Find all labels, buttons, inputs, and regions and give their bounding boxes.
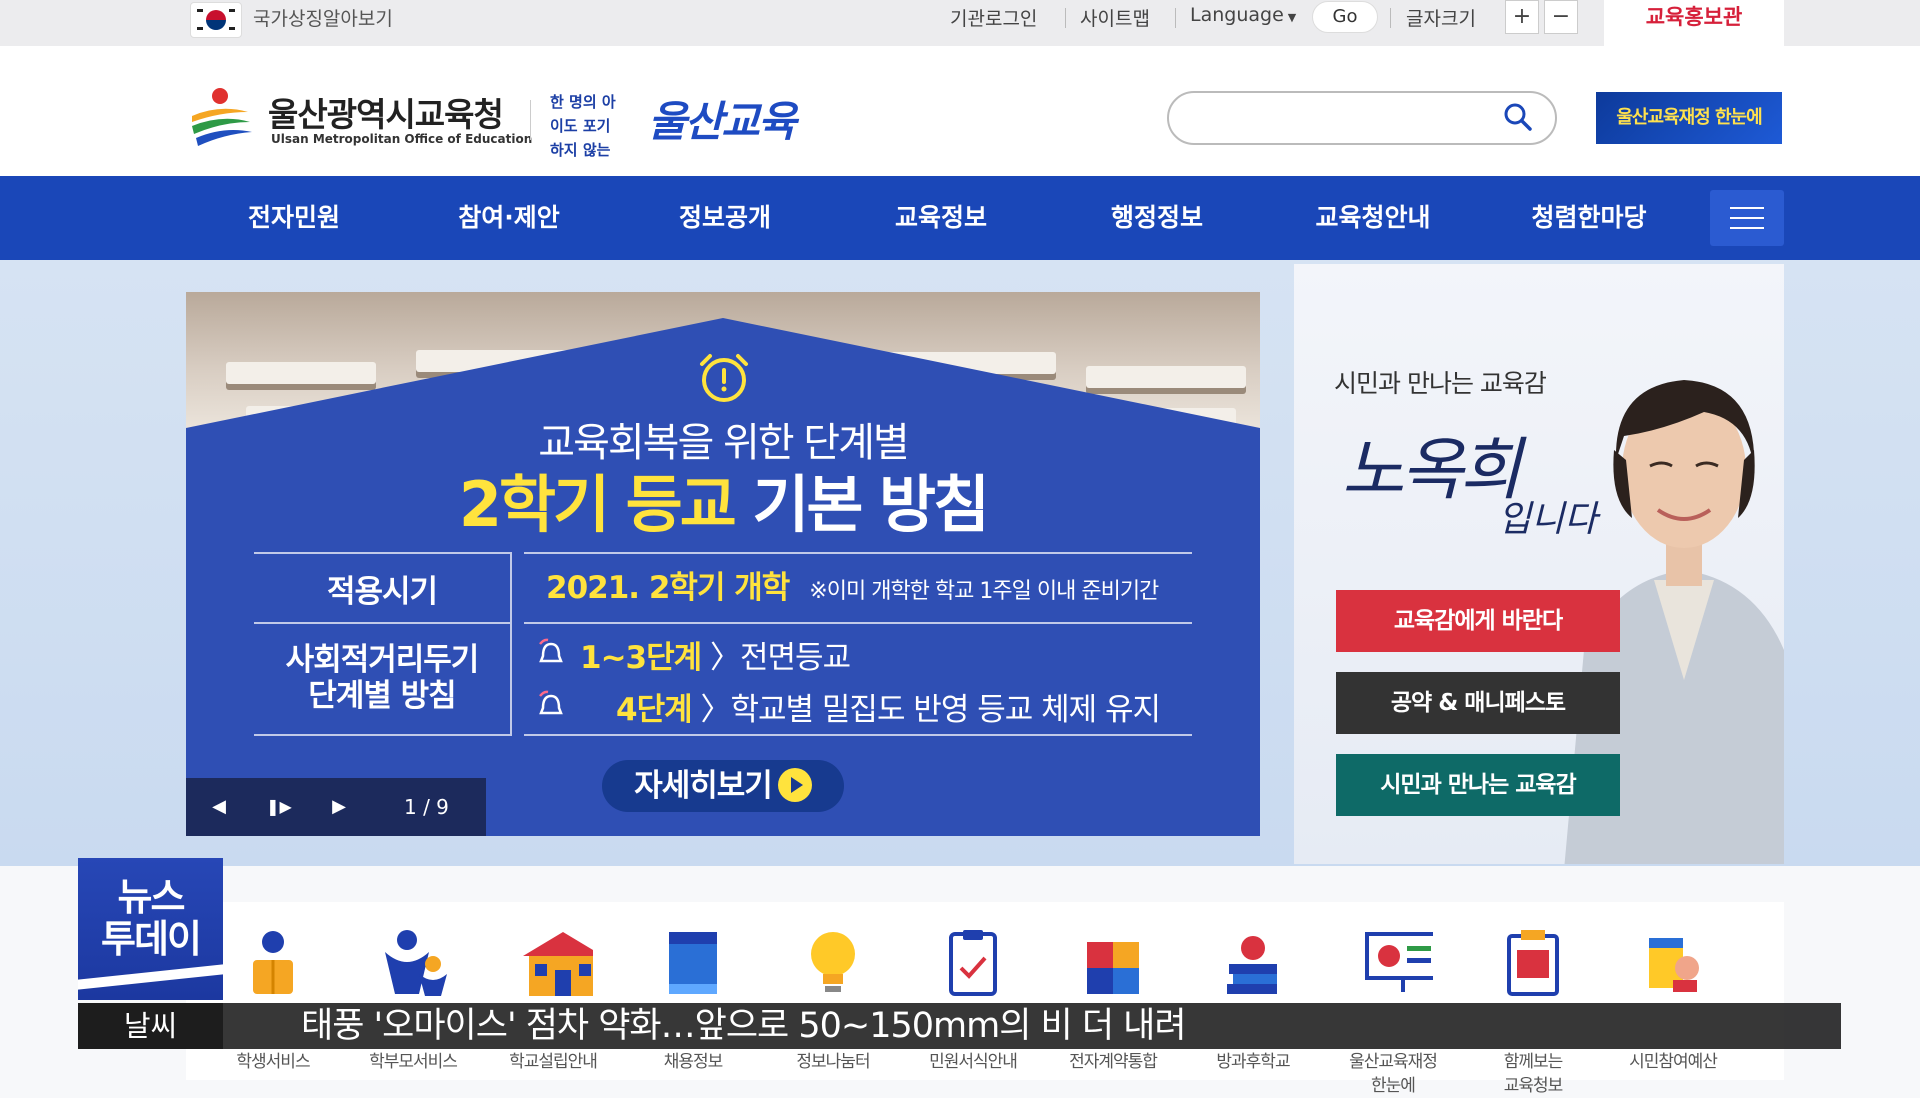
institution-login-link[interactable]: 기관로그인	[950, 4, 1037, 31]
news-section-label: 날씨	[78, 1003, 223, 1049]
petition-to-superintendent-button[interactable]: 교육감에게 바란다	[1336, 590, 1620, 652]
quick-label-line2: 교육청보	[1503, 1076, 1564, 1096]
all-menu-button[interactable]	[1710, 190, 1784, 246]
row-head-period: 적용시기	[326, 574, 438, 610]
quick-label-line1: 민원서식안내	[929, 1052, 1018, 1072]
detail-button[interactable]: 자세히보기	[602, 760, 844, 812]
language-label: Language	[1190, 4, 1284, 26]
nav-item-civil-petition[interactable]: 전자민원	[209, 176, 379, 260]
news-caption-bar: 태풍 '오마이스' 점차 약화…앞으로 50~150mm의 비 더 내려	[223, 1003, 1841, 1049]
quick-label-line1: 학교설립안내	[509, 1052, 598, 1072]
citizen-budget-icon	[1649, 938, 1699, 992]
step1-text: 〉전면등교	[710, 640, 851, 676]
superintendent-signature: 노옥희	[1342, 431, 1522, 510]
nav-item-office-guide[interactable]: 교육청안내	[1288, 176, 1458, 260]
org-name-en: Ulsan Metropolitan Office of Education	[271, 132, 533, 146]
nav-item-education-info[interactable]: 교육정보	[856, 176, 1026, 260]
quick-label-line1: 학생서비스	[236, 1052, 310, 1072]
education-finance-banner[interactable]: 울산교육재정 한눈에	[1596, 92, 1782, 144]
search-box	[1167, 91, 1557, 145]
school-building-icon	[523, 932, 593, 996]
quick-label-line1: 전자계약통합	[1069, 1052, 1158, 1072]
slide-title-line2: 2학기 등교 기본 방침	[186, 454, 1260, 544]
quick-label-line1: 시민참여예산	[1629, 1052, 1718, 1072]
slogan-small: 한 명의 아이도 포기하지 않는	[550, 93, 616, 159]
info-disclosure-icon	[1507, 930, 1559, 996]
slide-title-rest: 기본 방침	[733, 468, 990, 541]
news-logo-line2: 투데이	[101, 917, 202, 961]
period-value: 2021. 2학기 개학	[546, 570, 790, 606]
news-logo-line1: 뉴스	[117, 875, 186, 919]
language-select[interactable]: Language ▼	[1190, 4, 1296, 26]
step2-text: 〉학교별 밀집도 반영 등교 체제 유지	[700, 692, 1161, 728]
apple-books-icon	[1227, 936, 1277, 994]
slogan-big: 울산교육	[648, 97, 797, 146]
quick-label-line1: 함께보는	[1503, 1052, 1564, 1072]
presentation-board-icon	[1365, 932, 1433, 992]
slide-title-highlight: 2학기 등교	[458, 468, 737, 541]
step1-level: 1~3단계	[580, 640, 702, 676]
nav-item-participation[interactable]: 참여·제안	[424, 176, 594, 260]
main-nav: 전자민원 참여·제안 정보공개 교육정보 행정정보 교육청안내 청렴한마당	[0, 176, 1920, 260]
slider-controls: ◀ ❚▶ ▶ 1 / 9	[186, 778, 486, 836]
quick-menu: 학생서비스 학부모서비스 학교설립안내 채용정보 정보나눔터 민원서식안내 전자…	[186, 902, 1784, 1096]
step2-level: 4단계	[616, 692, 693, 728]
quick-label-line1: 울산교육재정	[1349, 1052, 1438, 1072]
slider-next-button[interactable]: ▶	[324, 792, 354, 822]
caret-down-icon: ▼	[1287, 11, 1297, 24]
step1-row: 1~3단계 〉전면등교	[580, 632, 851, 677]
row-value-period: 2021. 2학기 개학 ※이미 개학한 학교 1주일 이내 준비기간	[546, 562, 1159, 607]
top-utility-bar: 국가상징알아보기 기관로그인 사이트맵 Language ▼ Go 글자크기 + …	[0, 0, 1920, 46]
korean-flag-icon[interactable]	[190, 2, 242, 38]
step2-row: 4단계 〉학교별 밀집도 반영 등교 체제 유지	[616, 684, 1161, 729]
bell-icon	[539, 638, 563, 663]
row-head-distancing-line1: 사회적거리두기	[285, 642, 480, 678]
org-name[interactable]: 울산광역시교육청	[268, 88, 504, 136]
parent-child-icon	[385, 930, 447, 996]
national-symbol-link[interactable]: 국가상징알아보기	[253, 4, 393, 31]
slider-pause-button[interactable]: ❚▶	[264, 792, 294, 822]
main-slider[interactable]: 교육회복을 위한 단계별 2학기 등교 기본 방침 적용시기 2021. 2학기…	[186, 292, 1260, 836]
superintendent-title: 시민과 만나는 교육감	[1334, 369, 1547, 398]
site-header: 울산광역시교육청 Ulsan Metropolitan Office of Ed…	[0, 46, 1920, 176]
education-office-logo-icon[interactable]	[188, 86, 254, 148]
row-head-distancing-line2: 단계별 방침	[308, 678, 456, 714]
search-icon[interactable]	[1503, 102, 1533, 132]
bell-icon	[539, 690, 563, 715]
font-size-label: 글자크기	[1406, 8, 1476, 30]
news-today-logo: 뉴스 투데이	[78, 858, 223, 1000]
quick-label-line2: 정보나눔터	[796, 1052, 870, 1072]
pledge-manifesto-button[interactable]: 공약 & 매니페스토	[1336, 672, 1620, 734]
quick-label-line1: 방과후학교	[1216, 1052, 1290, 1072]
row-head-distancing: 사회적거리두기 단계별 방침	[254, 642, 510, 714]
font-increase-button[interactable]: +	[1505, 0, 1539, 34]
slider-counter: 1 / 9	[404, 795, 449, 819]
sitemap-link[interactable]: 사이트맵	[1080, 4, 1150, 31]
promo-hall-tab[interactable]: 교육홍보관	[1604, 0, 1784, 46]
puzzle-icon	[1087, 942, 1139, 994]
font-decrease-button[interactable]: −	[1544, 0, 1578, 34]
search-input[interactable]	[1189, 101, 1493, 135]
student-icon	[253, 931, 293, 994]
nav-item-admin-info[interactable]: 행정정보	[1072, 176, 1242, 260]
superintendent-panel: 시민과 만나는 교육감 노옥희 입니다 교육감에게 바란다 공약 & 매니페스토…	[1294, 264, 1784, 864]
play-circle-icon	[777, 767, 812, 802]
quick-label-line2: 채용정보	[663, 1052, 724, 1072]
slider-prev-button[interactable]: ◀	[204, 792, 234, 822]
nav-item-integrity[interactable]: 청렴한마당	[1504, 176, 1674, 260]
quick-label-line2: 한눈에	[1371, 1076, 1416, 1096]
nav-item-disclosure[interactable]: 정보공개	[640, 176, 810, 260]
go-button[interactable]: Go	[1312, 1, 1378, 33]
quick-label-line1: 학부모서비스	[369, 1052, 458, 1072]
lightbulb-icon	[811, 932, 855, 992]
meet-superintendent-button[interactable]: 시민과 만나는 교육감	[1336, 754, 1620, 816]
recruitment-doc-icon	[669, 932, 717, 994]
clipboard-icon	[949, 930, 997, 996]
period-note: ※이미 개학한 학교 1주일 이내 준비기간	[809, 579, 1159, 604]
news-caption: 태풍 '오마이스' 점차 약화…앞으로 50~150mm의 비 더 내려	[301, 1006, 1187, 1046]
detail-button-label: 자세히보기	[634, 768, 773, 804]
alarm-clock-icon	[700, 354, 748, 402]
